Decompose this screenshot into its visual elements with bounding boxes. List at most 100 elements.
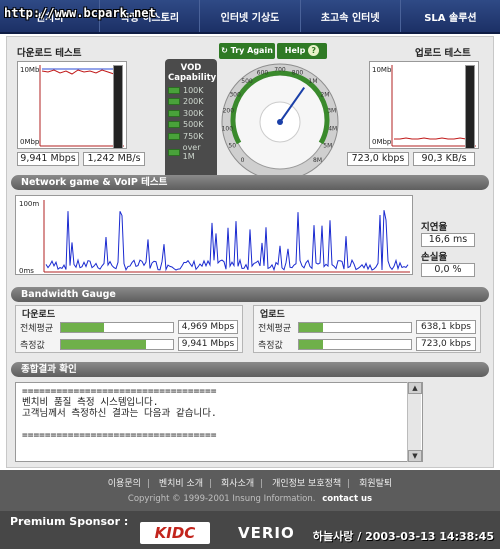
- netgame-bottom-label: 0ms: [19, 267, 34, 274]
- gauge-scale-label: 800: [292, 70, 304, 77]
- bw-label: 전체평균: [20, 323, 54, 334]
- bandwidth-download-average-row: 전체평균 4,969 Mbps: [20, 319, 238, 335]
- bw-label: 측정값: [20, 340, 45, 351]
- vod-label: 300K: [183, 108, 204, 118]
- upload-level-bar: [465, 65, 475, 149]
- netgame-trace: [45, 210, 409, 272]
- gauge-scale-label: 700: [274, 67, 286, 74]
- upload-graph-svg: 10Mb 0Mbp: [372, 65, 476, 147]
- gauge-scale-label: 0: [241, 157, 245, 164]
- bandwidth-upload-box: 업로드 전체평균 638,1 kbps 측정값 723,0 kbps: [253, 305, 481, 353]
- bw-fill: [299, 339, 323, 349]
- bw-track: [60, 321, 174, 333]
- gauge-scale-label: 50: [228, 143, 236, 150]
- vod-level-1m: over 1M: [168, 143, 214, 161]
- nav-item-weather[interactable]: 인터넷 기상도: [200, 0, 301, 32]
- contact-us-link[interactable]: contact us: [322, 494, 372, 504]
- vod-led: [168, 98, 180, 105]
- bw-track: [60, 338, 174, 350]
- speed-test-panel: 다운로드 테스트 10Mb 0Mbp 9,941 Mbps 1,242 MB/s…: [6, 36, 494, 468]
- help-button[interactable]: Help ?: [277, 43, 327, 59]
- nav-item-broadband[interactable]: 초고속 인터넷: [301, 0, 401, 32]
- bw-value: 638,1 kbps: [416, 320, 476, 334]
- bandwidth-download-measured-row: 측정값 9,941 Mbps: [20, 336, 238, 352]
- loss-label: 손실율: [421, 252, 448, 263]
- gauge-scale-label: 200: [223, 108, 235, 115]
- upload-top-label: 10Mb: [372, 66, 392, 74]
- netgame-graph-svg: 100m 0ms: [19, 200, 410, 275]
- result-textarea[interactable]: ================================== 벤치비 품…: [15, 382, 423, 462]
- bw-label: 측정값: [258, 340, 283, 351]
- verio-logo[interactable]: VERIO: [238, 524, 295, 542]
- gauge-scale-label: 3M: [327, 108, 336, 115]
- vod-led: [168, 86, 180, 94]
- try-again-label: Try Again: [230, 46, 273, 55]
- vod-led: [168, 148, 180, 156]
- sponsor-title: Premium Sponsor :: [10, 515, 129, 528]
- scroll-down-icon[interactable]: ▼: [408, 450, 422, 462]
- vod-level-100k: 100K: [168, 86, 214, 95]
- footer-link-company[interactable]: 회사소개: [221, 479, 254, 489]
- footer-link-privacy[interactable]: 개인정보 보호정책: [272, 479, 341, 489]
- footer-links: 이용문의 | 벤치비 소개 | 회사소개 | 개인정보 보호정책 | 회원탈퇴: [107, 479, 393, 489]
- bandwidth-download-box: 다운로드 전체평균 4,969 Mbps 측정값 9,941 Mbps: [15, 305, 243, 353]
- vod-level-750k: 750K: [168, 132, 214, 141]
- try-again-button[interactable]: ↻ Try Again: [219, 43, 275, 59]
- vod-label: 200K: [183, 97, 204, 106]
- result-section-header: 종합결과 확인: [11, 362, 489, 377]
- bandwidth-section-header: Bandwidth Gauge: [11, 287, 489, 302]
- help-icon: ?: [308, 45, 320, 56]
- speed-gauge: ↻ Try Again Help ? 0 50 100 200 300 500 600 700…: [219, 43, 341, 183]
- download-trace: [41, 69, 115, 75]
- gauge-scale-label: 1M: [309, 78, 318, 85]
- gauge-scale-label: 600: [257, 70, 269, 77]
- gauge-scale-label: 4M: [328, 125, 337, 132]
- vod-led: [168, 109, 180, 117]
- netgame-section-header: Network game & VoIP 테스트: [11, 175, 489, 190]
- download-graph-svg: 10Mb 0Mbp: [20, 65, 124, 147]
- gauge-scale-label: 100: [222, 125, 234, 132]
- vod-label: 500K: [183, 120, 204, 129]
- nav-item-sla[interactable]: SLA 솔루션: [401, 0, 500, 32]
- footer-link-inquiry[interactable]: 이용문의: [108, 479, 141, 489]
- download-bottom-label: 0Mbp: [20, 138, 40, 146]
- vod-title: VOD Capability: [168, 63, 217, 83]
- download-top-label: 10Mb: [20, 66, 40, 74]
- sponsor-bar: Premium Sponsor : KIDC VERIO 하늘사랑 / 2003…: [0, 511, 500, 549]
- upload-speed-kbs: 90,3 KB/s: [413, 152, 475, 166]
- download-graph: 10Mb 0Mbp: [17, 61, 127, 149]
- vod-level-300k: 300K: [168, 109, 214, 118]
- copyright-text: Copyright © 1999-2001 Insung Information…: [127, 494, 316, 504]
- netgame-top-label: 100m: [19, 200, 39, 208]
- download-speed-mbs: 1,242 MB/s: [83, 152, 145, 166]
- gauge-scale-label: 8M: [313, 157, 322, 164]
- kidc-logo[interactable]: KIDC: [140, 522, 210, 544]
- bandwidth-upload-measured-row: 측정값 723,0 kbps: [258, 336, 476, 352]
- vod-label: over 1M: [182, 143, 201, 161]
- bw-fill: [61, 322, 104, 332]
- vod-capability-panel: VOD Capability 100K 200K 300K 500K 750K …: [165, 59, 217, 181]
- footer: 이용문의 | 벤치비 소개 | 회사소개 | 개인정보 보호정책 | 회원탈퇴 Copy…: [0, 470, 500, 549]
- result-scrollbar[interactable]: ▲ ▼: [407, 382, 422, 462]
- gauge-scale-label: 2M: [320, 91, 329, 98]
- bw-fill: [299, 322, 323, 332]
- footer-link-about-benchbee[interactable]: 벤치비 소개: [159, 479, 203, 489]
- footer-link-withdraw[interactable]: 회원탈퇴: [359, 479, 392, 489]
- scroll-up-icon[interactable]: ▲: [408, 382, 422, 394]
- upload-bottom-label: 0Mbp: [372, 138, 392, 146]
- signature-watermark: 하늘사랑 / 2003-03-13 14:38:45: [312, 530, 494, 543]
- vod-level-200k: 200K: [168, 97, 214, 106]
- gauge-scale-label: 500: [241, 78, 253, 85]
- bandwidth-upload-average-row: 전체평균 638,1 kbps: [258, 319, 476, 335]
- bw-label: 전체평균: [258, 323, 292, 334]
- loss-value: 0,0 %: [421, 263, 475, 277]
- vod-level-500k: 500K: [168, 120, 214, 129]
- vod-led: [168, 132, 180, 140]
- download-title: 다운로드 테스트: [17, 48, 82, 59]
- copyright: Copyright © 1999-2001 Insung Information…: [0, 494, 500, 504]
- latency-value: 16,6 ms: [421, 233, 475, 247]
- bw-fill: [61, 339, 147, 349]
- download-level-bar: [113, 65, 123, 149]
- bw-value: 4,969 Mbps: [178, 320, 238, 334]
- netgame-graph: 100m 0ms: [15, 195, 413, 275]
